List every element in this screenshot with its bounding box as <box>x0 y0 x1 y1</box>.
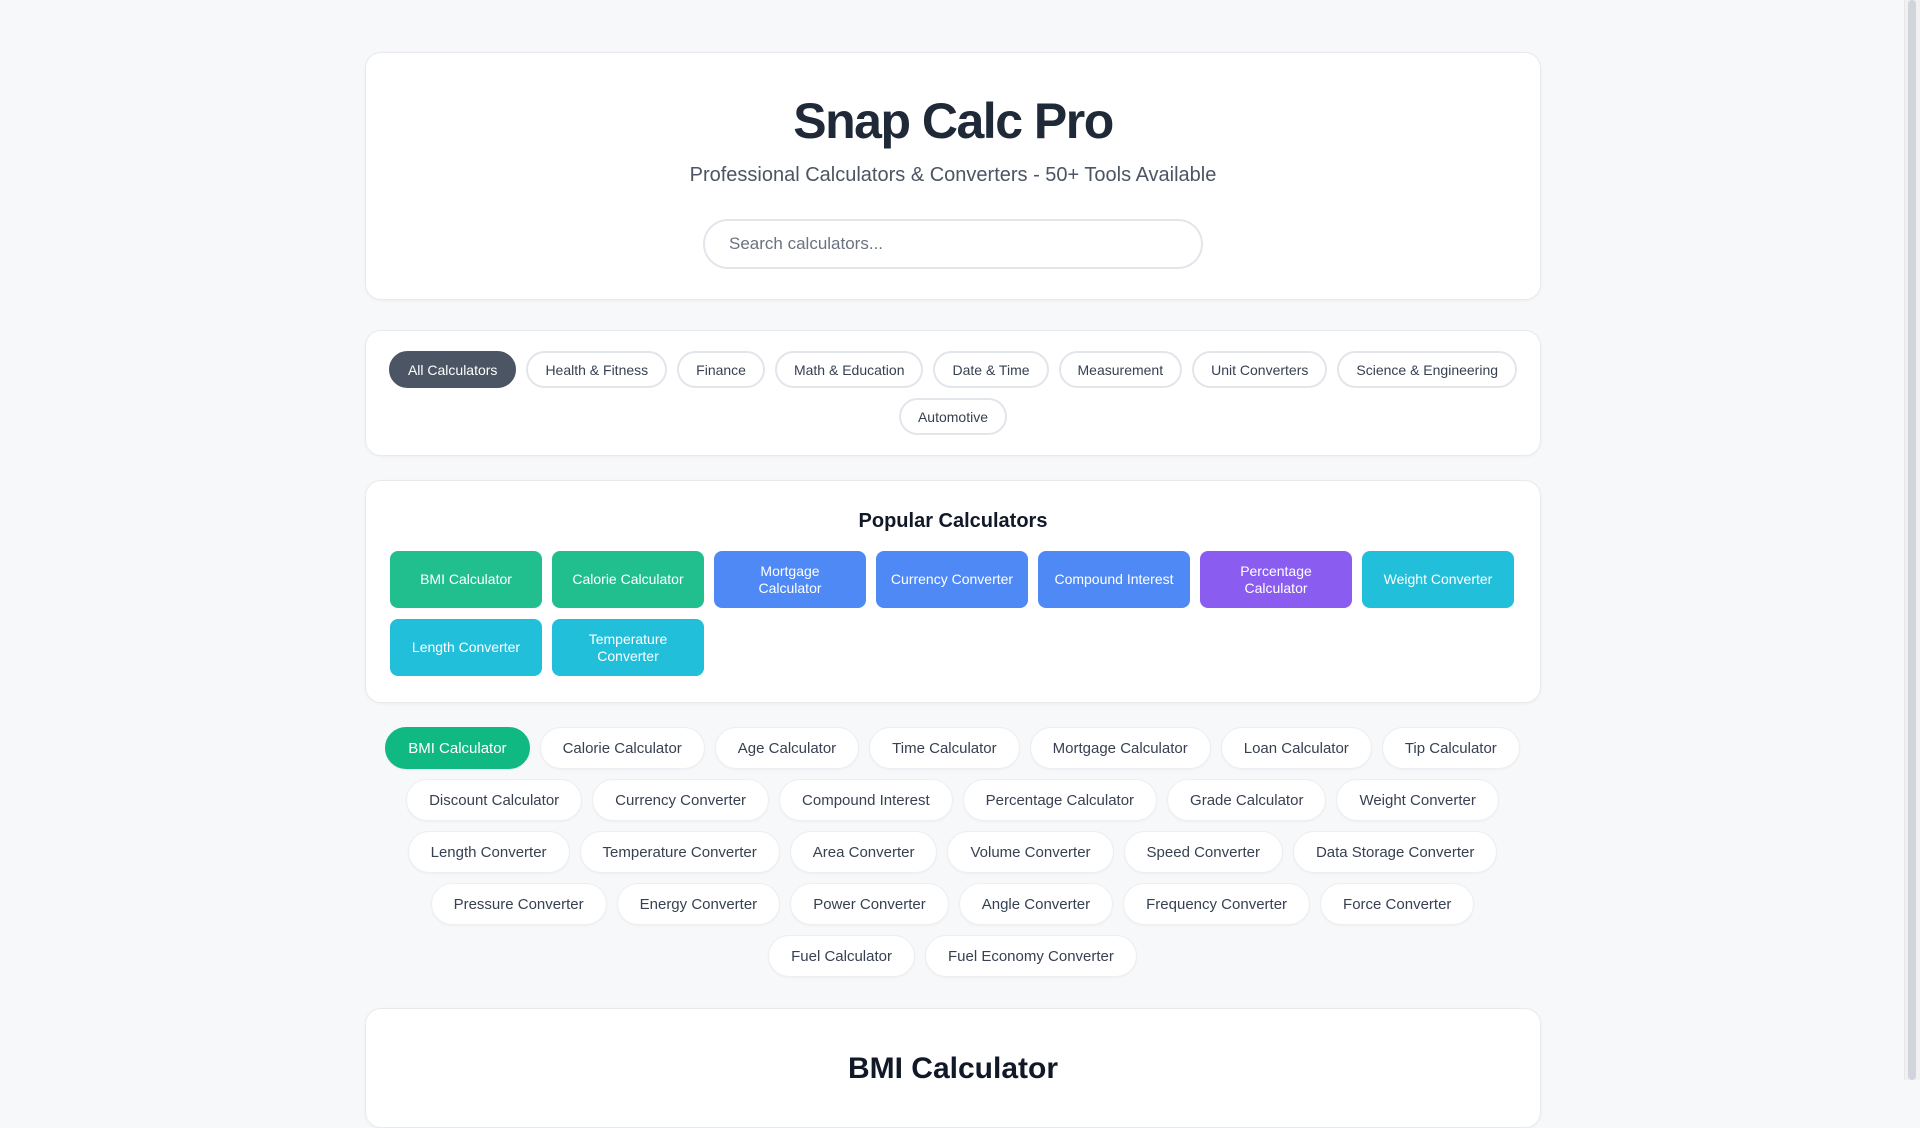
calc-volume-converter[interactable]: Volume Converter <box>947 831 1114 873</box>
calc-weight-converter[interactable]: Weight Converter <box>1336 779 1499 821</box>
popular-temperature-converter-button[interactable]: Temperature Converter <box>552 619 704 676</box>
calc-data-storage-converter[interactable]: Data Storage Converter <box>1292 831 1498 873</box>
search-input[interactable] <box>703 219 1203 269</box>
popular-mortgage-calculator-button[interactable]: Mortgage Calculator <box>714 551 866 608</box>
popular-calorie-calculator-button[interactable]: Calorie Calculator <box>552 551 704 608</box>
calc-fuel-economy-converter[interactable]: Fuel Economy Converter <box>924 935 1137 977</box>
popular-calculators-title: Popular Calculators <box>858 510 1048 532</box>
calc-bmi-calculator[interactable]: BMI Calculator <box>385 727 530 769</box>
calculator-panel-title: BMI Calculator <box>847 1052 1059 1085</box>
calculator-panel: BMI Calculator <box>365 1008 1541 1128</box>
calc-mortgage-calculator[interactable]: Mortgage Calculator <box>1029 727 1211 769</box>
calc-length-converter[interactable]: Length Converter <box>407 831 570 873</box>
popular-compound-interest-button[interactable]: Compound Interest <box>1038 551 1190 608</box>
calc-fuel-calculator[interactable]: Fuel Calculator <box>768 935 915 977</box>
filter-unit-converters[interactable]: Unit Converters <box>1192 351 1328 388</box>
page-scrollbar[interactable] <box>1904 0 1920 1080</box>
scrollbar-thumb[interactable] <box>1908 0 1916 1080</box>
calc-frequency-converter[interactable]: Frequency Converter <box>1123 883 1311 925</box>
popular-bmi-calculator-button[interactable]: BMI Calculator <box>390 551 542 608</box>
app-title: Snap Calc Pro <box>793 93 1114 149</box>
popular-calculators-grid: BMI Calculator Calorie Calculator Mortgage… <box>390 551 1516 676</box>
popular-weight-converter-button[interactable]: Weight Converter <box>1362 551 1514 608</box>
filter-measurement[interactable]: Measurement <box>1058 351 1183 388</box>
calc-speed-converter[interactable]: Speed Converter <box>1123 831 1283 873</box>
popular-length-converter-button[interactable]: Length Converter <box>390 619 542 676</box>
app-subtitle: Professional Calculators & Converters - … <box>689 164 1217 186</box>
calc-discount-calculator[interactable]: Discount Calculator <box>406 779 583 821</box>
calc-currency-converter[interactable]: Currency Converter <box>592 779 770 821</box>
calc-force-converter[interactable]: Force Converter <box>1320 883 1475 925</box>
calc-tip-calculator[interactable]: Tip Calculator <box>1381 727 1520 769</box>
popular-calculators-section: Popular Calculators BMI Calculator Calori… <box>365 480 1541 703</box>
search-bar <box>703 219 1203 269</box>
calc-compound-interest[interactable]: Compound Interest <box>779 779 953 821</box>
popular-percentage-calculator-button[interactable]: Percentage Calculator <box>1200 551 1352 608</box>
calc-calorie-calculator[interactable]: Calorie Calculator <box>539 727 705 769</box>
calc-percentage-calculator[interactable]: Percentage Calculator <box>962 779 1158 821</box>
calc-area-converter[interactable]: Area Converter <box>789 831 938 873</box>
filter-science-and-engineering[interactable]: Science & Engineering <box>1337 351 1518 388</box>
filter-health-and-fitness[interactable]: Health & Fitness <box>526 351 668 388</box>
filter-date-and-time[interactable]: Date & Time <box>933 351 1049 388</box>
calc-angle-converter[interactable]: Angle Converter <box>958 883 1114 925</box>
category-filter-bar: All Calculators Health & Fitness Finance Ma… <box>365 330 1541 456</box>
popular-currency-converter-button[interactable]: Currency Converter <box>876 551 1028 608</box>
calc-temperature-converter[interactable]: Temperature Converter <box>579 831 780 873</box>
calc-grade-calculator[interactable]: Grade Calculator <box>1167 779 1327 821</box>
page: Snap Calc Pro Professional Calculators &… <box>0 0 1905 1128</box>
app-header: Snap Calc Pro Professional Calculators &… <box>365 52 1541 300</box>
calc-power-converter[interactable]: Power Converter <box>790 883 949 925</box>
calculator-list: BMI Calculator Calorie Calculator Age Calc… <box>375 727 1530 977</box>
filter-math-and-education[interactable]: Math & Education <box>774 351 924 388</box>
calc-age-calculator[interactable]: Age Calculator <box>714 727 860 769</box>
category-filters: All Calculators Health & Fitness Finance Ma… <box>386 351 1520 435</box>
filter-all-calculators[interactable]: All Calculators <box>388 351 517 388</box>
filter-automotive[interactable]: Automotive <box>898 398 1008 435</box>
filter-finance[interactable]: Finance <box>677 351 765 388</box>
calc-energy-converter[interactable]: Energy Converter <box>616 883 781 925</box>
calc-loan-calculator[interactable]: Loan Calculator <box>1220 727 1372 769</box>
calc-pressure-converter[interactable]: Pressure Converter <box>430 883 607 925</box>
calc-time-calculator[interactable]: Time Calculator <box>869 727 1020 769</box>
